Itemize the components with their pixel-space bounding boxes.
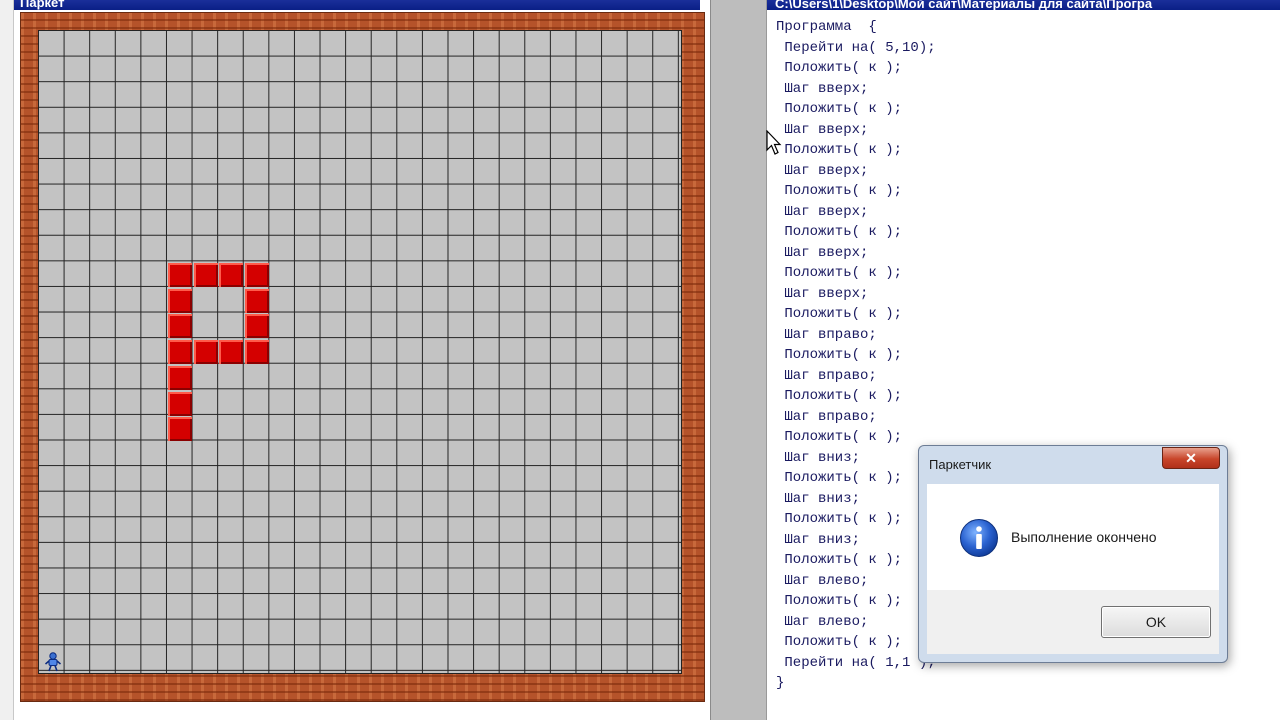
parquet-grid [38, 30, 682, 674]
editor-titlebar[interactable]: C:\Users\1\Desktop\Мой сайт\Материалы дл… [767, 0, 1280, 10]
program-code[interactable]: Программа { Перейти на( 5,10); Положить(… [776, 17, 936, 694]
ok-button[interactable]: OK [1101, 606, 1211, 638]
code-line: Шаг вверх; [776, 203, 869, 220]
parquet-tile [193, 340, 218, 365]
parquet-tile [245, 288, 270, 313]
code-line: Шаг вверх; [776, 162, 869, 179]
robot-icon [45, 652, 61, 672]
code-line: Шаг вправо; [776, 367, 877, 384]
field-window: Паркет [0, 0, 710, 720]
code-line: Положить( к ); [776, 101, 903, 117]
info-icon [960, 519, 998, 557]
code-line: Положить( к ); [776, 593, 903, 609]
code-line: } [776, 675, 785, 691]
code-line: Перейти на( 5,10); [776, 39, 936, 56]
code-line: Положить( к ); [776, 634, 903, 650]
code-line: Шаг вниз; [776, 531, 861, 548]
parquet-tile [167, 340, 192, 365]
parquet-tile [167, 262, 192, 287]
code-line: Шаг вверх; [776, 244, 869, 261]
parquet-tile [193, 262, 218, 287]
code-line: Шаг вниз; [776, 490, 861, 507]
dialog-message: Выполнение окончено [1011, 529, 1157, 545]
code-line: Положить( к ); [776, 429, 903, 445]
parquet-tile [167, 417, 192, 442]
parquet-tile [167, 391, 192, 416]
code-line: Шаг вверх; [776, 80, 869, 97]
code-line: Положить( к ); [776, 142, 903, 158]
close-button[interactable]: ✕ [1162, 447, 1220, 469]
code-line: Перейти на( 1,1 ); [776, 654, 936, 671]
message-dialog: Паркетчик ✕ Выполнение окончено OK [918, 445, 1228, 663]
parquet-tile [245, 262, 270, 287]
code-line: Положить( к ); [776, 183, 903, 199]
code-line: Положить( к ); [776, 511, 903, 527]
window-bottom [14, 702, 710, 720]
parquet-tile [245, 314, 270, 339]
field-window-titlebar[interactable]: Паркет [14, 0, 700, 10]
dialog-body: Выполнение окончено [927, 484, 1219, 590]
dialog-title: Паркетчик [929, 457, 992, 472]
code-line: Положить( к ); [776, 224, 903, 240]
editor-title: C:\Users\1\Desktop\Мой сайт\Материалы дл… [775, 0, 1153, 10]
code-line: Шаг вправо; [776, 408, 877, 425]
dialog-footer: OK [927, 590, 1219, 654]
code-line: Положить( к ); [776, 552, 903, 568]
parquet-tile [219, 340, 244, 365]
code-line: Шаг влево; [776, 613, 869, 630]
code-line: Положить( к ); [776, 265, 903, 281]
code-line: Шаг вверх; [776, 285, 869, 302]
code-line: Положить( к ); [776, 347, 903, 363]
code-line: Положить( к ); [776, 388, 903, 404]
code-line: Шаг вправо; [776, 326, 877, 343]
window-edge [0, 0, 14, 720]
code-line: Положить( к ); [776, 470, 903, 486]
parquet-tile [167, 314, 192, 339]
code-line: Шаг влево; [776, 572, 869, 589]
parquet-tile [167, 365, 192, 390]
parquet-tile [219, 262, 244, 287]
code-line: Положить( к ); [776, 306, 903, 322]
mouse-cursor-icon [766, 130, 782, 155]
field-window-title: Паркет [20, 0, 65, 10]
code-line: Положить( к ); [776, 60, 903, 76]
parquet-tile [245, 340, 270, 365]
parquet-tile [167, 288, 192, 313]
code-line: Шаг вниз; [776, 449, 861, 466]
code-line: Программа { [776, 19, 877, 35]
code-line: Шаг вверх; [776, 121, 869, 138]
splitter[interactable] [710, 0, 766, 720]
